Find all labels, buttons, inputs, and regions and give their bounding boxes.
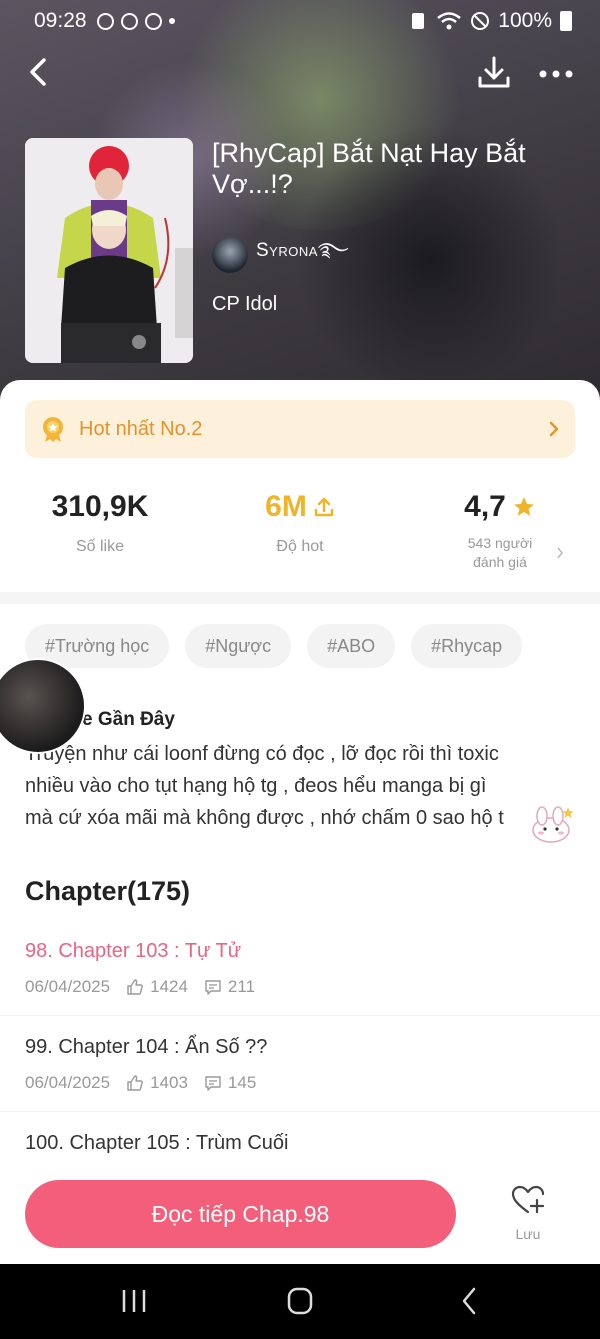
- tag-chip[interactable]: #ABO: [307, 624, 396, 668]
- rating-value: 4,7: [464, 490, 506, 523]
- chapter-item[interactable]: 98. Chapter 103 : Tự Tử 06/04/2025 1424 …: [0, 920, 600, 1016]
- likes-label: Số like: [75, 538, 125, 555]
- rating-count: 543 người: [467, 535, 533, 551]
- likes-value: 310,9K: [51, 490, 149, 523]
- messenger-icon: [120, 12, 138, 30]
- recent-apps-icon[interactable]: [114, 1286, 154, 1316]
- save-button[interactable]: Lưu: [498, 1185, 558, 1242]
- tag-chip[interactable]: #Ngược: [185, 624, 292, 668]
- notification-icons: [96, 12, 175, 30]
- stats-row: 310,9K Số like 6M Độ hot 4,7 543 người đ…: [0, 490, 600, 590]
- chevron-right-icon[interactable]: [556, 546, 564, 560]
- tag-chip[interactable]: #Rhycap: [411, 624, 523, 668]
- dnd-icon: [471, 12, 490, 30]
- battery-icon: [560, 11, 572, 31]
- hot-rank-banner[interactable]: Hot nhất No.2: [25, 400, 575, 458]
- star-icon: [513, 497, 534, 516]
- chapter-likes: 1424: [150, 977, 188, 996]
- chapter-date: 06/04/2025: [25, 1073, 111, 1092]
- heart-plus-icon: [511, 1185, 545, 1214]
- hot-stat: 6M Độ hot: [200, 490, 400, 556]
- comment-icon: [205, 980, 221, 995]
- lock-icon: [412, 13, 425, 29]
- review-heading: e Gần Đây: [82, 709, 175, 730]
- author-row[interactable]: Syrona࿐: [212, 228, 349, 282]
- likes-stat: 310,9K Số like: [0, 490, 200, 556]
- chapter-item[interactable]: 99. Chapter 104 : Ẩn Số ?? 06/04/2025 14…: [0, 1016, 600, 1112]
- chapters-heading: Chapter(175): [25, 876, 191, 906]
- top-nav: [0, 50, 600, 94]
- review-text[interactable]: Truyện như cái loonf đừng có đọc , lỡ đọ…: [25, 738, 585, 834]
- back-nav-icon[interactable]: [450, 1286, 490, 1316]
- rating-label: đánh giá: [473, 554, 527, 570]
- genre-label[interactable]: CP Idol: [212, 293, 277, 316]
- system-nav-bar: [0, 1264, 600, 1339]
- wifi-icon: [437, 12, 462, 30]
- chapter-name: 98. Chapter 103 : Tự Tử: [25, 940, 242, 962]
- chapter-name: 99. Chapter 104 : Ẩn Số ??: [25, 1036, 268, 1058]
- chapter-comments: 211: [227, 977, 256, 996]
- upload-icon: [314, 497, 334, 517]
- download-icon[interactable]: [474, 52, 514, 92]
- chapter-likes: 1403: [150, 1073, 188, 1092]
- hot-label: Độ hot: [276, 538, 324, 555]
- continue-reading-button[interactable]: Đọc tiếp Chap.98: [25, 1180, 456, 1248]
- hot-value: 6M: [265, 490, 307, 523]
- status-bar: 09:28 100%: [0, 0, 600, 42]
- facebook-icon: [144, 12, 162, 30]
- cover-image: [25, 138, 193, 363]
- thumbs-up-icon: [127, 1075, 143, 1091]
- medal-icon: [43, 417, 63, 442]
- chapter-comments: 145: [227, 1073, 257, 1092]
- tag-list: #Trường học #Ngược #ABO #Rhycap: [25, 624, 523, 668]
- rating-stat[interactable]: 4,7 543 người đánh giá: [400, 490, 600, 572]
- save-label: Lưu: [515, 1226, 541, 1242]
- more-options-icon[interactable]: [536, 54, 576, 90]
- comment-icon: [205, 1076, 221, 1091]
- chapter-date: 06/04/2025: [25, 977, 111, 996]
- home-icon[interactable]: [280, 1286, 320, 1316]
- battery-text: 100%: [498, 9, 552, 32]
- author-name: Syrona࿐: [256, 240, 350, 261]
- back-arrow-icon[interactable]: [22, 54, 58, 90]
- messenger-icon: [96, 12, 114, 30]
- chevron-right-icon: [549, 421, 559, 437]
- comic-title: [RhyCap] Bắt Nạt Hay Bắt Vợ...!?: [212, 138, 526, 199]
- mascot-sticker-icon: [532, 806, 574, 843]
- thumbs-up-icon: [127, 979, 143, 995]
- more-notifications-icon: [168, 18, 175, 24]
- status-time: 09:28: [34, 9, 87, 32]
- chapter-name: 100. Chapter 105 : Trùm Cuối: [25, 1132, 289, 1154]
- author-avatar[interactable]: [212, 237, 248, 273]
- hot-rank-label: Hot nhất No.2: [79, 417, 203, 440]
- section-divider: [0, 592, 600, 604]
- bottom-action-bar: Đọc tiếp Chap.98 Lưu: [0, 1163, 600, 1264]
